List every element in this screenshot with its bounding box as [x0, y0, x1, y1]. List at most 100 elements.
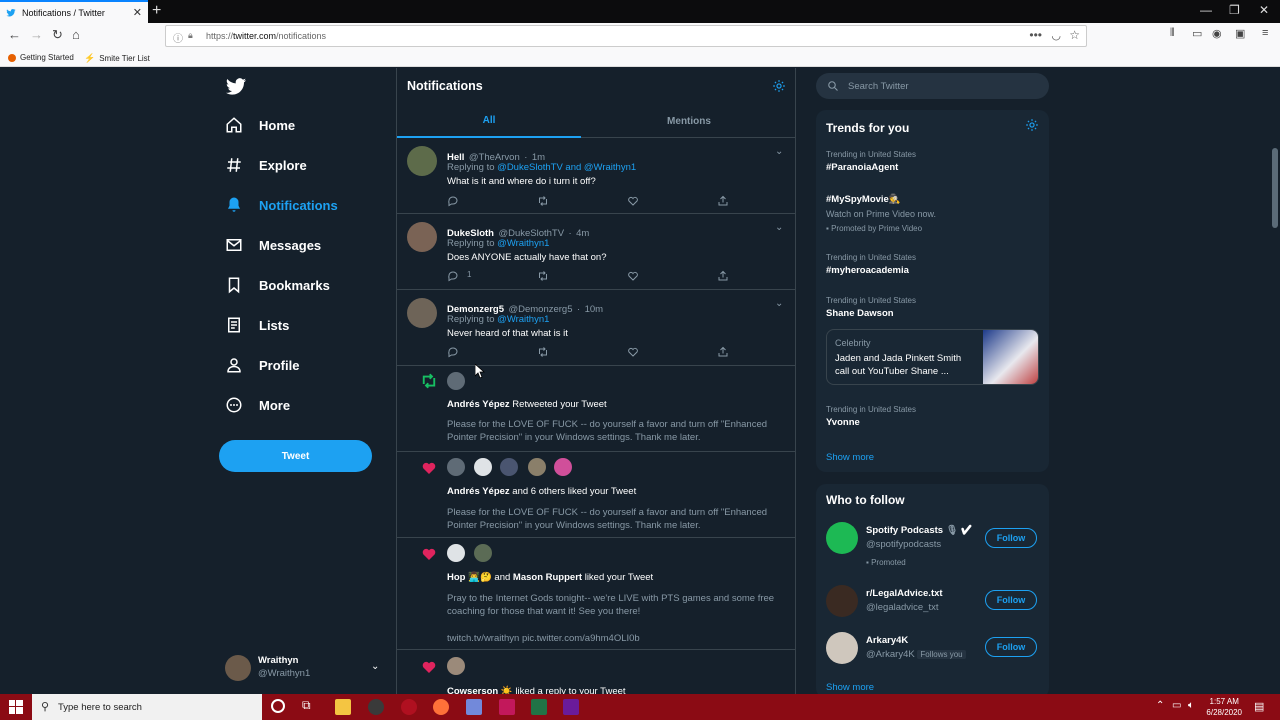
bookmark-star-icon[interactable]: ☆	[1069, 28, 1080, 42]
trend-item-promoted[interactable]: #MySpyMovie🕵 Watch on Prime Video now. ▪…	[826, 194, 936, 233]
replying-to-link[interactable]: @DukeSlothTV and @Wraithyn1	[497, 162, 636, 173]
avatar[interactable]	[447, 372, 465, 390]
task-view-icon[interactable]: ⧉	[302, 698, 311, 713]
account-switcher[interactable]: Wraithyn @Wraithyn1 ⌄	[225, 653, 385, 683]
share-icon[interactable]	[717, 269, 731, 283]
home-icon[interactable]: ⌂	[72, 27, 80, 42]
show-more-link[interactable]: Show more	[826, 452, 874, 463]
account-icon[interactable]: ◉	[1212, 27, 1222, 40]
tab-mentions[interactable]: Mentions	[597, 104, 781, 138]
start-button[interactable]	[0, 694, 32, 720]
settings-gear-icon[interactable]	[772, 79, 786, 93]
reply-tweet[interactable]: Demonzerg5 @Demonzerg5 · 10m Replying to…	[397, 290, 795, 366]
replying-to-link[interactable]: @Wraithyn1	[497, 238, 549, 249]
like-icon[interactable]	[627, 194, 641, 208]
like-notification[interactable]: Andrés Yépez and 6 others liked your Twe…	[397, 452, 795, 538]
extension-icon[interactable]: ▣	[1235, 27, 1245, 40]
avatar[interactable]	[447, 657, 465, 675]
actor-name[interactable]: Mason Ruppert	[513, 572, 582, 583]
close-tab-icon[interactable]: ✕	[133, 6, 142, 19]
retweet-notification[interactable]: Andrés Yépez Retweeted your Tweet Please…	[397, 366, 795, 452]
pocket-icon[interactable]: ◡	[1051, 29, 1061, 42]
follow-suggestion[interactable]: r/LegalAdvice.txt @legaladvice_txt Follo…	[816, 582, 1049, 622]
avatar[interactable]	[500, 458, 518, 476]
library-icon[interactable]: ⫴	[1170, 27, 1175, 40]
avatar[interactable]	[554, 458, 572, 476]
tweet-time[interactable]: 10m	[585, 304, 603, 315]
network-icon[interactable]: ▭	[1172, 700, 1181, 711]
cortana-icon[interactable]	[271, 699, 285, 713]
reply-icon[interactable]	[447, 345, 461, 359]
follow-button[interactable]: Follow	[985, 637, 1037, 657]
page-actions-icon[interactable]: •••	[1029, 28, 1042, 42]
actor-name[interactable]: Andrés Yépez	[447, 399, 510, 410]
minimize-icon[interactable]: —	[1200, 3, 1212, 17]
retweet-icon[interactable]	[537, 269, 551, 283]
lock-icon[interactable]: 🔒︎	[188, 30, 193, 41]
retweet-icon[interactable]	[537, 345, 551, 359]
actor-name[interactable]: Hop	[447, 572, 465, 583]
firefox-icon[interactable]	[433, 699, 449, 715]
like-notification[interactable]: Cowserson ☀️ liked a reply to your Tweet	[397, 650, 795, 694]
follow-button[interactable]: Follow	[985, 590, 1037, 610]
follow-suggestion[interactable]: Arkary4K @Arkary4K Follows you Follow	[816, 629, 1049, 669]
like-icon[interactable]	[627, 269, 641, 283]
replying-to-link[interactable]: @Wraithyn1	[497, 314, 549, 325]
trend-news-card[interactable]: Celebrity Jaden and Jada Pinkett Smith c…	[826, 329, 1039, 385]
actor-name[interactable]: Andrés Yépez	[447, 486, 510, 497]
avatar[interactable]	[447, 458, 465, 476]
maximize-icon[interactable]: ❐	[1229, 3, 1240, 17]
trend-item[interactable]: Trending in United States Yvonne	[826, 405, 916, 428]
app-icon[interactable]	[563, 699, 579, 715]
file-explorer-icon[interactable]	[335, 699, 351, 715]
chevron-down-icon[interactable]: ⌄	[775, 298, 785, 309]
discord-icon[interactable]	[466, 699, 482, 715]
like-icon[interactable]	[627, 345, 641, 359]
follow-suggestion[interactable]: Spotify Podcasts 🎙 ✔ @spotifypodcasts ▪ …	[816, 520, 1049, 570]
scrollbar[interactable]	[1270, 68, 1280, 694]
nav-item-profile[interactable]: Profile	[225, 356, 299, 374]
scrollbar-thumb[interactable]	[1272, 148, 1278, 228]
retweet-icon[interactable]	[537, 194, 551, 208]
share-icon[interactable]	[717, 345, 731, 359]
reply-icon[interactable]	[447, 194, 461, 208]
nav-item-lists[interactable]: Lists	[225, 316, 289, 334]
system-clock[interactable]: 1:57 AM 6/28/2020	[1206, 696, 1242, 718]
trend-item[interactable]: Trending in United States #myheroacademi…	[826, 253, 916, 276]
bookmark-smite-tier-list[interactable]: ⚡ Smite Tier List	[84, 53, 150, 64]
bookmark-getting-started[interactable]: Getting Started	[8, 53, 74, 62]
reload-icon[interactable]: ↻	[52, 27, 63, 43]
tweet-time[interactable]: 4m	[576, 228, 589, 239]
actor-name[interactable]: Cowserson	[447, 686, 498, 694]
avatar[interactable]	[447, 544, 465, 562]
chevron-down-icon[interactable]: ⌄	[775, 222, 785, 233]
search-input[interactable]: Search Twitter	[816, 73, 1049, 99]
app-icon[interactable]	[499, 699, 515, 715]
close-window-icon[interactable]: ✕	[1259, 3, 1269, 17]
show-more-link[interactable]: Show more	[826, 682, 874, 693]
tweet-button[interactable]: Tweet	[219, 440, 372, 472]
avatar[interactable]	[474, 544, 492, 562]
nav-item-notifications[interactable]: Notifications	[225, 196, 338, 214]
nav-item-messages[interactable]: Messages	[225, 236, 321, 254]
nav-item-more[interactable]: More	[225, 396, 290, 414]
like-notification[interactable]: Hop 👨‍💻🤔 and Mason Ruppert liked your Tw…	[397, 538, 795, 650]
nav-item-home[interactable]: Home	[225, 116, 295, 134]
url-bar[interactable]: ⓘ 🔒︎ https://twitter.com/notifications •…	[165, 25, 1087, 47]
browser-tab[interactable]: Notifications / Twitter ✕	[0, 0, 148, 23]
reply-icon[interactable]	[447, 269, 461, 283]
reply-tweet[interactable]: Hell @TheArvon · 1m Replying to @DukeSlo…	[397, 138, 795, 214]
twitter-logo-icon[interactable]	[225, 76, 247, 98]
forward-icon[interactable]: →	[30, 27, 43, 42]
new-tab-icon[interactable]: +	[152, 2, 161, 20]
chevron-up-icon[interactable]: ⌃	[1156, 700, 1164, 711]
info-icon[interactable]: ⓘ	[173, 30, 183, 45]
tab-all[interactable]: All	[397, 104, 581, 138]
follow-button[interactable]: Follow	[985, 528, 1037, 548]
notification-tweet-link[interactable]: twitch.tv/wraithyn pic.twitter.com/a9hm4…	[447, 632, 640, 645]
nav-item-bookmarks[interactable]: Bookmarks	[225, 276, 330, 294]
menu-icon[interactable]: ≡	[1262, 27, 1268, 39]
sidebar-icon[interactable]: ▭	[1192, 27, 1202, 40]
excel-icon[interactable]	[531, 699, 547, 715]
notification-center-icon[interactable]: ▤	[1254, 700, 1264, 713]
